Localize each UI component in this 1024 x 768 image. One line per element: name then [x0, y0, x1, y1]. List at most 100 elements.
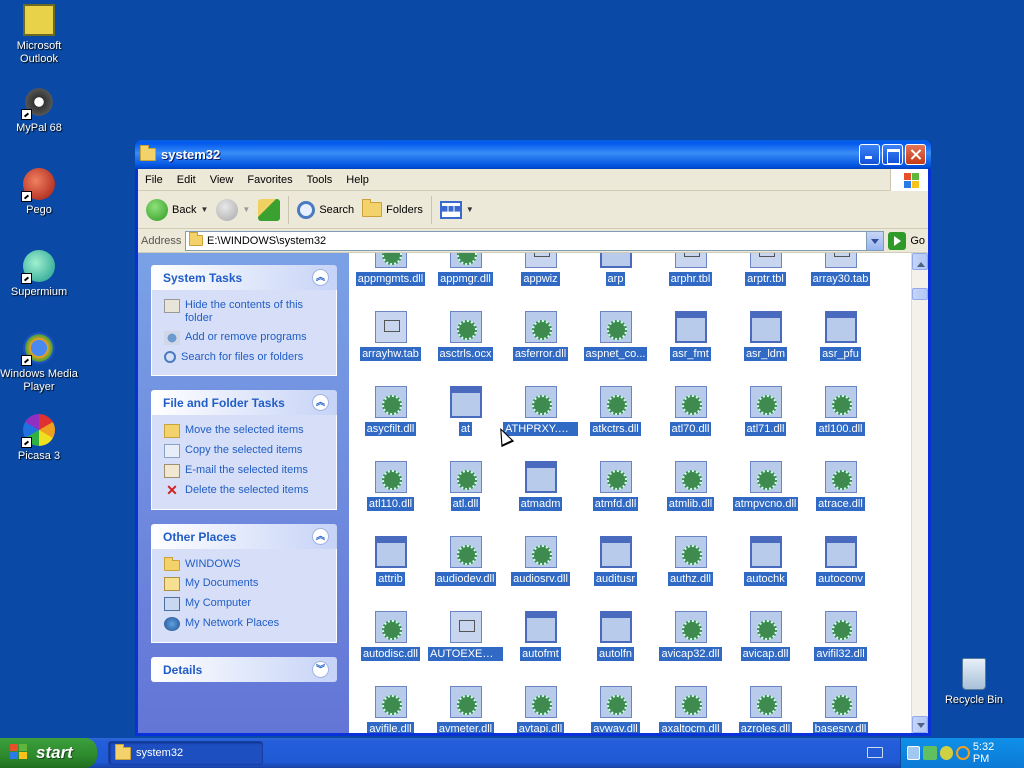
task-copy[interactable]: Copy the selected items [164, 441, 326, 461]
file-item[interactable]: autolfn [578, 611, 653, 664]
file-item[interactable]: avicap.dll [728, 611, 803, 664]
start-button[interactable]: start [0, 738, 97, 768]
desktop-icon-recycle-bin[interactable]: Recycle Bin [935, 658, 1013, 707]
maximize-button[interactable] [882, 144, 903, 165]
scroll-down-button[interactable] [912, 716, 928, 733]
file-item[interactable]: AUTOEXEC.NT [428, 611, 503, 664]
file-item[interactable]: atl100.dll [803, 386, 878, 439]
forward-dropdown-icon[interactable]: ▼ [242, 205, 250, 214]
file-item[interactable]: avmeter.dll [428, 686, 503, 733]
panel-header[interactable]: Other Places ︽ [151, 524, 337, 549]
file-item[interactable]: avicap32.dll [653, 611, 728, 664]
menu-tools[interactable]: Tools [300, 174, 340, 186]
place-my-computer[interactable]: My Computer [164, 594, 326, 614]
file-item[interactable]: asr_fmt [653, 311, 728, 364]
place-my-network[interactable]: My Network Places [164, 614, 326, 634]
desktop-icon-pego[interactable]: Pego [0, 168, 78, 217]
file-item[interactable]: atmlib.dll [653, 461, 728, 514]
panel-header[interactable]: System Tasks ︽ [151, 265, 337, 290]
file-item[interactable]: asferror.dll [503, 311, 578, 364]
file-item[interactable]: atrace.dll [803, 461, 878, 514]
file-item[interactable]: arphr.tbl [653, 253, 728, 289]
file-item[interactable]: azroles.dll [728, 686, 803, 733]
clock[interactable]: 5:32 PM [973, 741, 1012, 765]
desktop-icon-mypal[interactable]: MyPal 68 [0, 86, 78, 135]
back-dropdown-icon[interactable]: ▼ [200, 205, 208, 214]
safely-remove-tray-icon[interactable] [923, 746, 937, 760]
file-item[interactable]: appwiz [503, 253, 578, 289]
file-item[interactable]: axaltocm.dll [653, 686, 728, 733]
search-tray-icon[interactable] [956, 746, 970, 760]
menu-file[interactable]: File [138, 174, 170, 186]
file-item[interactable]: attrib [353, 536, 428, 589]
file-item[interactable]: auditusr [578, 536, 653, 589]
close-button[interactable] [905, 144, 926, 165]
file-item[interactable]: atl70.dll [653, 386, 728, 439]
file-item[interactable]: avwav.dll [578, 686, 653, 733]
file-item[interactable]: atl71.dll [728, 386, 803, 439]
file-item[interactable]: autochk [728, 536, 803, 589]
menu-favorites[interactable]: Favorites [240, 174, 299, 186]
minimize-button[interactable] [859, 144, 880, 165]
panel-header[interactable]: Details ︾ [151, 657, 337, 682]
file-item[interactable]: avifile.dll [353, 686, 428, 733]
file-item[interactable]: appmgr.dll [428, 253, 503, 289]
file-item[interactable]: ATHPRXY.DLL [502, 386, 579, 439]
scroll-up-button[interactable] [912, 253, 928, 270]
file-item[interactable]: asycfilt.dll [353, 386, 428, 439]
views-button[interactable]: ▼ [436, 199, 478, 221]
file-item[interactable]: atmpvcno.dll [728, 461, 803, 514]
file-item[interactable]: atl110.dll [353, 461, 428, 514]
address-input[interactable]: E:\WINDOWS\system32 [185, 230, 885, 251]
panel-header[interactable]: File and Folder Tasks ︽ [151, 390, 337, 415]
task-move[interactable]: Move the selected items [164, 421, 326, 441]
collapse-chevron-icon[interactable]: ︽ [312, 269, 329, 286]
file-item[interactable]: audiodev.dll [428, 536, 503, 589]
menu-view[interactable]: View [203, 174, 241, 186]
network-tray-icon[interactable] [907, 746, 921, 760]
title-bar[interactable]: system32 [135, 140, 931, 169]
file-item[interactable]: asctrls.ocx [428, 311, 503, 364]
menu-edit[interactable]: Edit [170, 174, 203, 186]
file-item[interactable]: at [428, 386, 503, 439]
file-item[interactable]: arptr.tbl [728, 253, 803, 289]
task-delete[interactable]: ✕ Delete the selected items [164, 481, 326, 501]
file-item[interactable]: arp [578, 253, 653, 289]
menu-help[interactable]: Help [339, 174, 376, 186]
collapse-chevron-icon[interactable]: ︽ [312, 528, 329, 545]
file-item[interactable]: array30.tab [803, 253, 878, 289]
desktop-icon-media-player[interactable]: Windows Media Player [0, 332, 78, 394]
expand-chevron-icon[interactable]: ︾ [312, 661, 329, 678]
file-item[interactable]: atkctrs.dll [578, 386, 653, 439]
forward-button[interactable]: ▼ [212, 197, 254, 223]
desktop-icon-outlook[interactable]: Microsoft Outlook [0, 4, 78, 66]
folders-button[interactable]: Folders [358, 199, 427, 219]
collapse-chevron-icon[interactable]: ︽ [312, 394, 329, 411]
file-list-view[interactable]: appmgmts.dll appmgr.dll appwiz arp arphr.tbl… [349, 253, 928, 733]
file-item[interactable]: atmadm [503, 461, 578, 514]
file-item[interactable]: basesrv.dll [803, 686, 878, 733]
file-item[interactable]: asr_pfu [803, 311, 878, 364]
file-item[interactable]: appmgmts.dll [353, 253, 428, 289]
up-folder-button[interactable] [254, 197, 284, 223]
file-item[interactable]: autodisc.dll [353, 611, 428, 664]
desktop-icon-supermium[interactable]: Supermium [0, 250, 78, 299]
address-dropdown-button[interactable] [866, 231, 884, 250]
file-item[interactable]: avtapi.dll [503, 686, 578, 733]
place-my-documents[interactable]: My Documents [164, 574, 326, 594]
file-item[interactable]: arrayhw.tab [353, 311, 428, 364]
security-tray-icon[interactable] [939, 746, 954, 760]
task-hide-contents[interactable]: Hide the contents of this folder [164, 296, 326, 328]
views-dropdown-icon[interactable]: ▼ [466, 205, 474, 214]
task-add-remove-programs[interactable]: Add or remove programs [164, 328, 326, 348]
file-item[interactable]: avifil32.dll [803, 611, 878, 664]
place-windows[interactable]: WINDOWS [164, 555, 326, 574]
keyboard-layout-icon[interactable] [867, 747, 883, 758]
task-email[interactable]: E-mail the selected items [164, 461, 326, 481]
desktop-icon-picasa[interactable]: Picasa 3 [0, 414, 78, 463]
back-button[interactable]: Back ▼ [142, 197, 212, 223]
taskbar-button-system32[interactable]: system32 [108, 741, 263, 765]
file-item[interactable]: aspnet_co... [578, 311, 653, 364]
file-item[interactable]: audiosrv.dll [503, 536, 578, 589]
file-item[interactable]: atmfd.dll [578, 461, 653, 514]
